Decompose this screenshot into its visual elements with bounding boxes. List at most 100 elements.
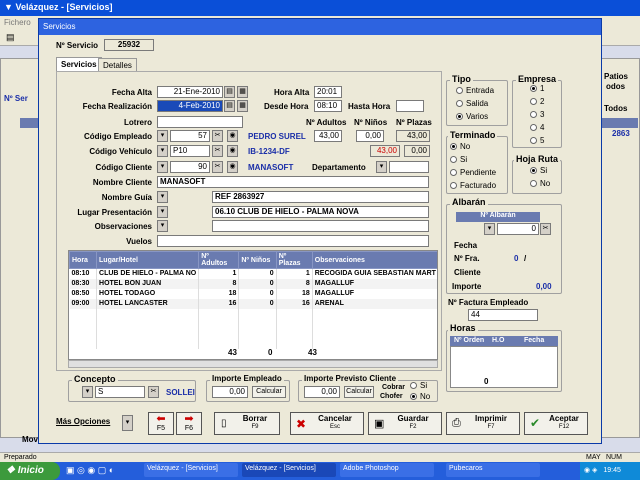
grid-icon[interactable]: ▦	[237, 100, 248, 112]
terminado-option[interactable]: Si	[450, 155, 467, 164]
radio-cobrar-si[interactable]: Si	[410, 381, 427, 390]
vuelos-field[interactable]	[157, 235, 429, 247]
empresa-option[interactable]: 5	[530, 136, 544, 145]
grid-column-header[interactable]: Lugar/Hotel	[96, 251, 200, 269]
dropdown-icon[interactable]: ▾	[157, 161, 168, 173]
tipo-option[interactable]: Salida	[456, 99, 488, 108]
cod-veh-field[interactable]: P10	[170, 145, 210, 157]
grid-column-header[interactable]: Nº Niños	[238, 251, 277, 269]
tipo-option[interactable]: Varios	[456, 112, 488, 121]
calendar-icon[interactable]: ▤	[224, 100, 235, 112]
tab-servicios[interactable]: Servicios	[56, 57, 102, 71]
hora-alta-field[interactable]: 20:01	[314, 86, 342, 98]
cod-cli-field[interactable]: 90	[170, 161, 210, 173]
table-row[interactable]: 08:10 CLUB DE HIELO - PALMA NO 1 0 1 RECOGIDA…	[69, 268, 437, 279]
importe-emp-field[interactable]: 0,00	[212, 386, 248, 398]
empresa-option[interactable]: 4	[530, 123, 544, 132]
dropdown-icon[interactable]: ▾	[157, 191, 168, 203]
taskbar-item[interactable]: Adobe Photoshop	[340, 463, 434, 477]
terminado-option[interactable]: Facturado	[450, 181, 496, 190]
empresa-option[interactable]: 3	[530, 110, 544, 119]
taskbar-item[interactable]: Velázquez - [Servicios]	[242, 463, 336, 477]
tools-icon[interactable]: ✂	[212, 130, 223, 142]
albaran-field[interactable]: 0	[497, 223, 539, 235]
grid-scrollbar[interactable]	[68, 360, 438, 368]
table-row[interactable]: 09:00 HOTEL LANCASTER 16 0 16 ARENAL	[69, 298, 437, 309]
calendar-icon[interactable]: ▤	[224, 86, 235, 98]
tipo-option[interactable]: Entrada	[456, 86, 494, 95]
dropdown-icon[interactable]: ▾	[122, 415, 133, 431]
table-cell	[198, 308, 240, 319]
mas-opciones-button[interactable]: Más Opciones	[56, 417, 118, 429]
dropdown-icon[interactable]: ▾	[157, 206, 168, 218]
grid-column-header[interactable]: Hora	[69, 251, 98, 269]
fecha-alta-field[interactable]: 21-Ene-2010	[157, 86, 223, 98]
dropdown-icon[interactable]: ▾	[376, 161, 387, 173]
eye-icon[interactable]: ◉	[227, 130, 238, 142]
nombre-cli-field[interactable]: MANASOFT	[157, 176, 429, 188]
hoja-option[interactable]: Si	[530, 166, 547, 175]
f6-button[interactable]: ➡ F6	[176, 412, 202, 435]
nombre-guia-field[interactable]: REF 2863927	[212, 191, 429, 203]
dropdown-icon[interactable]: ▾	[157, 220, 168, 232]
importe-cli-field[interactable]: 0,00	[304, 386, 340, 398]
tray-icon[interactable]: ◉ ◈	[584, 467, 597, 474]
radio-circle	[530, 137, 537, 145]
terminado-option[interactable]: Pendiente	[450, 168, 496, 177]
empresa-option[interactable]: 1	[530, 84, 544, 93]
importe-emp-title: Importe Empleado	[210, 374, 284, 383]
adultos-field[interactable]: 43,00	[314, 130, 342, 142]
quicklaunch-icon[interactable]: ▣ ◎ ◉ ▢ ◐	[66, 465, 114, 475]
terminado-option[interactable]: No	[450, 142, 470, 151]
folder-icon[interactable]: ▤	[6, 32, 15, 43]
f5-button[interactable]: ⬅ F5	[148, 412, 174, 435]
dropdown-icon[interactable]: ▾	[157, 130, 168, 142]
grid-column-header[interactable]: Nº Plazas	[275, 251, 313, 269]
hasta-hora-field[interactable]	[396, 100, 424, 112]
dropdown-icon[interactable]: ▾	[157, 145, 168, 157]
imprimir-button[interactable]: ⎙ Imprimir F7	[446, 412, 520, 435]
empresa-option[interactable]: 2	[530, 97, 544, 106]
table-row[interactable]: 08:30 HOTEL BON JUAN 8 0 8 MAGALLUF	[69, 278, 437, 289]
cancelar-button[interactable]: ✖ Cancelar Esc	[290, 412, 364, 435]
aceptar-button[interactable]: ✔ Aceptar F12	[524, 412, 588, 435]
fecha-real-field[interactable]: 4-Feb-2010	[157, 100, 223, 112]
menu-fichero[interactable]: Fichero	[4, 18, 31, 27]
table-cell: 1	[276, 268, 313, 279]
dropdown-icon[interactable]: ▾	[484, 223, 495, 235]
dropdown-icon[interactable]: ▾	[82, 386, 93, 398]
taskbar-item[interactable]: Pubecaros	[446, 463, 540, 477]
tools-icon[interactable]: ✂	[212, 145, 223, 157]
tools-icon[interactable]: ✂	[148, 386, 159, 398]
f6-label: F6	[184, 425, 194, 432]
importe-cli-calc-button[interactable]: Calcular	[344, 386, 374, 398]
concepto-field[interactable]: S	[95, 386, 145, 398]
guardar-button[interactable]: ▣ Guardar F2	[368, 412, 442, 435]
factura-field[interactable]: 44	[468, 309, 538, 321]
radio-cobrar-no[interactable]: No	[410, 392, 430, 401]
ninos-field[interactable]: 0,00	[356, 130, 384, 142]
depto-field[interactable]	[389, 161, 429, 173]
cod-emp-field[interactable]: 57	[170, 130, 210, 142]
horas-body[interactable]	[450, 346, 558, 388]
tools-icon[interactable]: ✂	[212, 161, 223, 173]
hoja-option[interactable]: No	[530, 179, 550, 188]
importe-emp-calc-button[interactable]: Calcular	[252, 386, 286, 398]
grid-column-header[interactable]: Observaciones	[311, 251, 437, 269]
stops-grid[interactable]: Hora Lugar/Hotel Nº Adultos Nº Niños Nº Plaz…	[68, 250, 438, 360]
start-button[interactable]: ❖ Inicio	[0, 462, 60, 480]
grid-icon[interactable]: ▦	[237, 86, 248, 98]
borrar-button[interactable]: ▯ Borrar F9	[214, 412, 280, 435]
eye-icon[interactable]: ◉	[227, 145, 238, 157]
grid-column-header[interactable]: Nº Adultos	[198, 251, 240, 269]
lugar-field[interactable]: 06.10 CLUB DE HIELO - PALMA NOVA	[212, 206, 429, 218]
eye-icon[interactable]: ◉	[227, 161, 238, 173]
table-row[interactable]: 08:50 HOTEL TODAGO 18 0 18 MAGALLUF	[69, 288, 437, 299]
lotrero-field[interactable]	[157, 116, 243, 128]
radio-circle	[410, 393, 417, 401]
tools-icon[interactable]: ✂	[540, 223, 551, 235]
taskbar-item[interactable]: Velázquez - [Servicios]	[144, 463, 238, 477]
desde-hora-field[interactable]: 08:10	[314, 100, 342, 112]
tab-detalles[interactable]: Detalles	[98, 58, 137, 72]
obs-field[interactable]	[212, 220, 429, 232]
